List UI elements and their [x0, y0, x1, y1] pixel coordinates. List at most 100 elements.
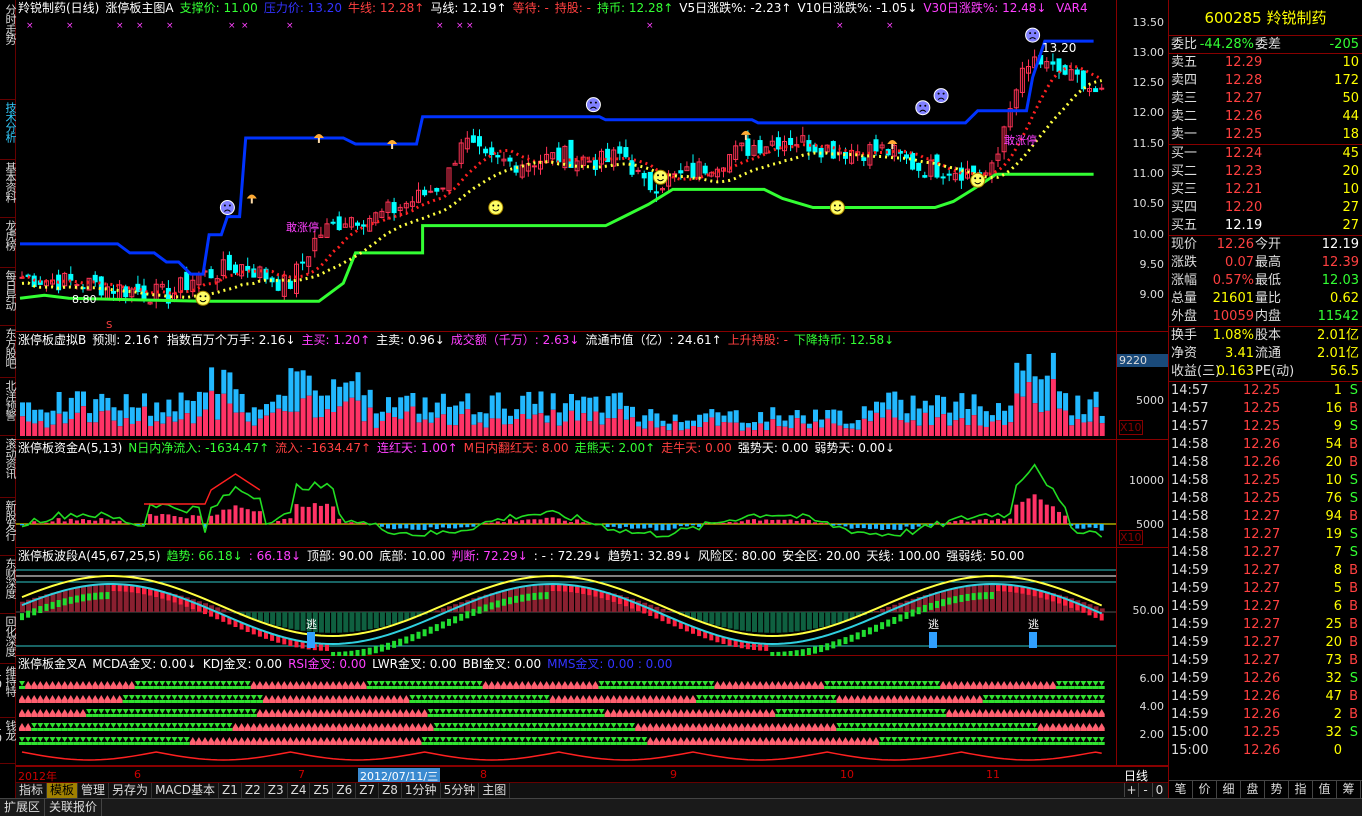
- tab-14[interactable]: 5分钟: [441, 783, 480, 798]
- cross-bar: [555, 728, 562, 731]
- fund-panel[interactable]: 涨停板资金A(5,13) N日内净流入: -1634.47↑ 流入: -1634.4…: [16, 440, 1168, 548]
- cross-signal: [781, 723, 788, 728]
- ask-row[interactable]: 卖三 12.27 50: [1169, 90, 1362, 108]
- cross-bar: [366, 728, 373, 731]
- ask-row[interactable]: 卖一 12.25 18: [1169, 126, 1362, 144]
- cross-bar: [757, 686, 764, 689]
- cross-bar: [988, 714, 995, 717]
- candlestick-chart[interactable]: × × × × × × × × × × × × × ×13.208.80敢涨停敢涨停S: [16, 0, 1116, 332]
- nav-item-7[interactable]: 滚动资讯: [0, 438, 17, 498]
- bid-row[interactable]: 买四 12.20 27: [1169, 199, 1362, 217]
- tab-6[interactable]: Z2: [242, 783, 265, 798]
- cross-bar: [683, 686, 690, 689]
- tab-3[interactable]: 另存为: [109, 783, 153, 798]
- nav-item-10[interactable]: 回化深度: [0, 616, 17, 664]
- tab-8[interactable]: Z4: [288, 783, 311, 798]
- quote-tab-0[interactable]: 笔: [1169, 781, 1193, 798]
- zoom-button-1[interactable]: -: [1138, 783, 1152, 797]
- cross-signal: [812, 723, 818, 728]
- cross-bar: [708, 742, 715, 745]
- wave-block: [526, 593, 531, 601]
- volume-bar-inner: [300, 398, 306, 436]
- candle-body: [678, 170, 684, 174]
- cross-signal: [873, 737, 879, 742]
- cross-chart[interactable]: [16, 656, 1116, 766]
- cross-bar: [494, 700, 501, 703]
- quote-tab-2[interactable]: 细: [1217, 781, 1241, 798]
- tab-1[interactable]: 模板: [47, 783, 79, 798]
- wave-block: [941, 599, 946, 607]
- quote-tab-5[interactable]: 指: [1289, 781, 1313, 798]
- status-item-1[interactable]: 关联报价: [45, 799, 103, 816]
- cross-bar: [824, 700, 831, 703]
- bid-row[interactable]: 买二 12.23 20: [1169, 163, 1362, 181]
- quote-tab-1[interactable]: 价: [1193, 781, 1217, 798]
- quote-tab-6[interactable]: 值: [1313, 781, 1337, 798]
- cross-bar: [1049, 700, 1056, 703]
- volume-panel[interactable]: 涨停板虚拟B 预测: 2.16↑ 指数百万个万手: 2.16↓ 主买: 1.20↑ 主卖…: [16, 332, 1168, 440]
- ask-row[interactable]: 卖二 12.26 44: [1169, 108, 1362, 126]
- tab-5[interactable]: Z1: [219, 783, 242, 798]
- nav-item-5[interactable]: 东方股吧: [0, 328, 17, 378]
- status-item-0[interactable]: 扩展区: [0, 799, 46, 816]
- cross-bar: [421, 714, 428, 717]
- cross-signal: [256, 737, 263, 742]
- nav-item-0[interactable]: 分时走势: [0, 4, 17, 100]
- volume-chart[interactable]: [16, 332, 1116, 440]
- nav-item-6[interactable]: 北洋预警: [0, 380, 17, 436]
- tab-4[interactable]: MACD基本: [152, 783, 220, 798]
- fund-bar: [416, 524, 421, 530]
- quote-tab-4[interactable]: 势: [1265, 781, 1289, 798]
- wave-panel[interactable]: 涨停板波段A(45,67,25,5) 趋势: 66.18↓: 66.18↓ 顶部: …: [16, 548, 1168, 656]
- volume-bar-inner: [32, 423, 38, 436]
- nav-item-2[interactable]: 基本资料: [0, 162, 17, 218]
- cross-panel[interactable]: 涨停板金叉A MCDA金叉: 0.00↓ KDJ金叉: 0.00 RSI金叉: 0.0…: [16, 656, 1168, 766]
- main-price-panel[interactable]: 羚锐制药(日线) 涨停板主图A 支撑价: 11.00 压力价: 13.20 牛线: 12…: [16, 0, 1168, 332]
- volume-bar: [642, 415, 648, 429]
- nav-item-9[interactable]: 东财深度: [0, 558, 17, 614]
- tab-7[interactable]: Z3: [265, 783, 288, 798]
- wave-block: [453, 616, 458, 624]
- quote-tab-3[interactable]: 盘: [1241, 781, 1265, 798]
- volume-bar: [148, 415, 154, 426]
- tab-15[interactable]: 主图: [479, 783, 511, 798]
- tab-13[interactable]: 1分钟: [402, 783, 441, 798]
- tab-11[interactable]: Z7: [356, 783, 380, 798]
- cross-bar: [195, 714, 202, 717]
- tab-2[interactable]: 管理: [78, 783, 110, 798]
- cross-bar: [19, 728, 25, 731]
- cross-signal: [458, 681, 465, 686]
- cross-bar: [629, 742, 635, 745]
- bid-row[interactable]: 买一 12.24 45: [1169, 145, 1362, 163]
- fund-bar: [861, 524, 866, 529]
- wave-chart[interactable]: 逃逃逃: [16, 548, 1116, 656]
- cross-bar: [952, 714, 959, 717]
- nav-item-12[interactable]: 钱龙10: [0, 720, 17, 764]
- fund-bar: [508, 519, 512, 524]
- quote-tab-7[interactable]: 筹: [1337, 781, 1361, 798]
- nav-item-1[interactable]: 技术分析: [0, 102, 17, 160]
- nav-item-3[interactable]: 龙虎榜: [0, 220, 17, 268]
- zoom-button-2[interactable]: 0: [1152, 783, 1166, 797]
- tab-10[interactable]: Z6: [333, 783, 357, 798]
- ask-row[interactable]: 卖五 12.29 10: [1169, 54, 1362, 72]
- zoom-button-0[interactable]: +: [1124, 783, 1138, 797]
- tab-9[interactable]: Z5: [310, 783, 334, 798]
- cross-bar: [43, 700, 50, 703]
- bid-row[interactable]: 买五 12.19 27: [1169, 217, 1362, 235]
- fund-chart[interactable]: [16, 440, 1116, 548]
- ask-row[interactable]: 卖四 12.28 172: [1169, 72, 1362, 90]
- cross-bar: [31, 742, 38, 745]
- wave-block: [538, 592, 543, 600]
- tab-12[interactable]: Z8: [379, 783, 402, 798]
- cross-signal: [354, 681, 361, 686]
- cross-bar: [903, 728, 910, 731]
- nav-item-8[interactable]: 新股发行: [0, 500, 17, 556]
- nav-item-11[interactable]: 维持特10: [0, 666, 17, 718]
- tab-0[interactable]: 指标: [16, 783, 48, 798]
- cross-signal: [531, 695, 538, 700]
- tick-list[interactable]: 14:57 12.25 1 S 14:57 12.25 16 B 14:57 12.25 9 S 14:…: [1169, 382, 1362, 760]
- nav-item-4[interactable]: 每日异动: [0, 270, 17, 326]
- var-label[interactable]: VAR4: [1056, 1, 1088, 15]
- bid-row[interactable]: 买三 12.21 10: [1169, 181, 1362, 199]
